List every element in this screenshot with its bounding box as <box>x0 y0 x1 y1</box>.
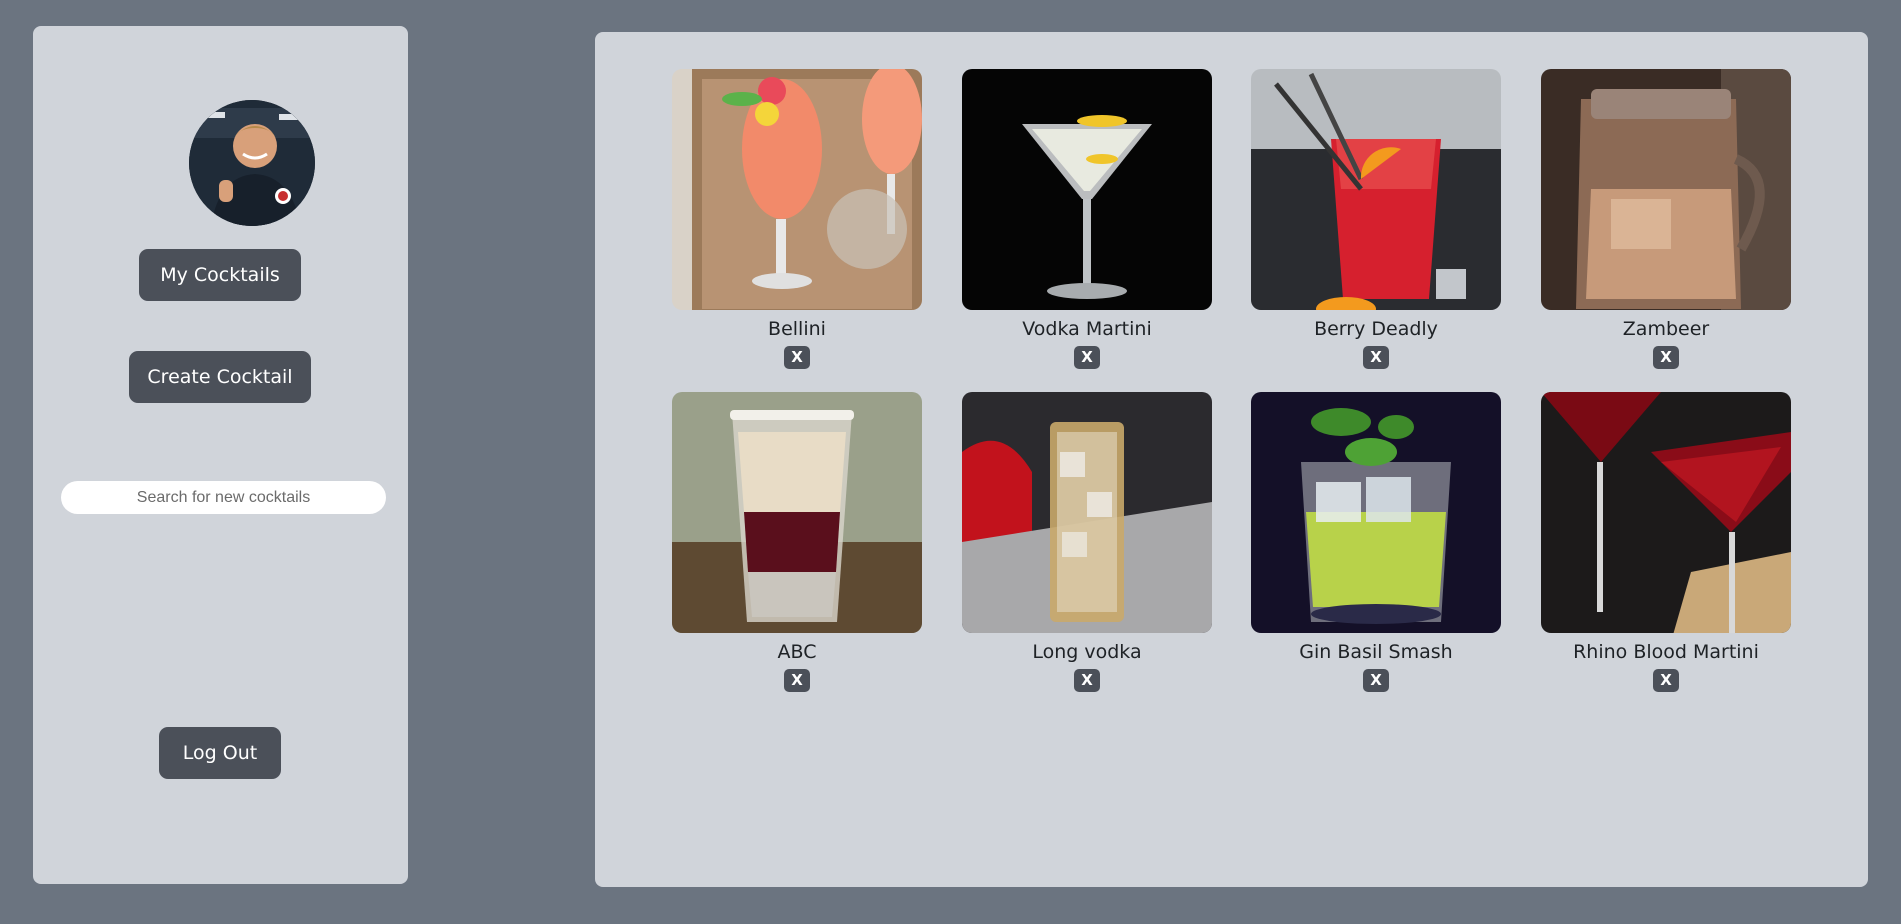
cocktail-name: ABC <box>777 640 817 663</box>
cocktail-image-berry-deadly[interactable] <box>1251 69 1501 310</box>
cocktail-card: Berry Deadly X <box>1251 69 1501 369</box>
cocktail-image-gin-basil-smash[interactable] <box>1251 392 1501 633</box>
cocktail-image-zambeer[interactable] <box>1541 69 1791 310</box>
cocktail-image-abc[interactable] <box>672 392 922 633</box>
cocktail-card: Rhino Blood Martini X <box>1541 392 1791 692</box>
delete-button[interactable]: X <box>1653 668 1679 692</box>
create-cocktail-button[interactable]: Create Cocktail <box>129 351 311 403</box>
cocktail-image-long-vodka[interactable] <box>962 392 1212 633</box>
cocktail-name: Berry Deadly <box>1314 317 1438 340</box>
delete-button[interactable]: X <box>1074 345 1100 369</box>
cocktail-card: Zambeer X <box>1541 69 1791 369</box>
cocktail-image-bellini[interactable] <box>672 69 922 310</box>
search-input[interactable] <box>61 481 386 514</box>
cocktail-card: Long vodka X <box>962 392 1212 692</box>
cocktail-name: Bellini <box>768 317 826 340</box>
delete-button[interactable]: X <box>1653 345 1679 369</box>
cocktail-name: Long vodka <box>1032 640 1142 663</box>
cocktail-card: Gin Basil Smash X <box>1251 392 1501 692</box>
delete-button[interactable]: X <box>784 668 810 692</box>
cocktail-card: Bellini X <box>672 69 922 369</box>
delete-button[interactable]: X <box>1363 345 1389 369</box>
cocktail-name: Vodka Martini <box>1022 317 1152 340</box>
cocktail-name: Gin Basil Smash <box>1299 640 1453 663</box>
cocktail-card: ABC X <box>672 392 922 692</box>
delete-button[interactable]: X <box>1363 668 1389 692</box>
cocktail-gallery: Bellini X Vodka Martini X Berry Deadly X… <box>595 32 1868 887</box>
user-avatar <box>189 100 315 226</box>
delete-button[interactable]: X <box>784 345 810 369</box>
cocktail-name: Rhino Blood Martini <box>1573 640 1759 663</box>
my-cocktails-button[interactable]: My Cocktails <box>139 249 301 301</box>
delete-button[interactable]: X <box>1074 668 1100 692</box>
cocktail-card: Vodka Martini X <box>962 69 1212 369</box>
cocktail-image-rhino-blood-martini[interactable] <box>1541 392 1791 633</box>
cocktail-image-vodka-martini[interactable] <box>962 69 1212 310</box>
logout-button[interactable]: Log Out <box>159 727 281 779</box>
cocktail-name: Zambeer <box>1622 317 1710 340</box>
sidebar: My Cocktails Create Cocktail Log Out <box>33 26 408 884</box>
